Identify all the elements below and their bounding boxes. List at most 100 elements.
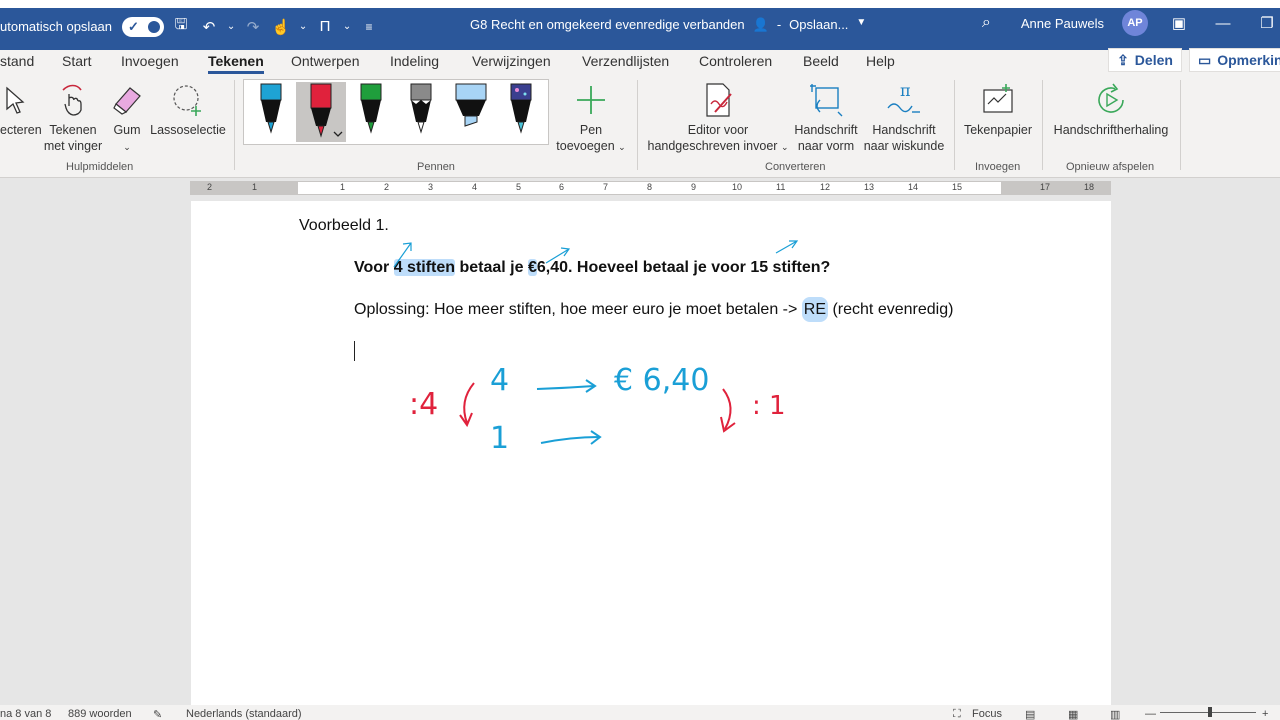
replay-icon bbox=[1098, 83, 1124, 113]
tab-verzendlijsten[interactable]: Verzendlijsten bbox=[582, 53, 669, 69]
chevron-down-icon: ⌄ bbox=[780, 142, 789, 152]
ink-layer bbox=[393, 240, 799, 445]
proofing-icon[interactable]: ✎ bbox=[153, 708, 162, 720]
horizontal-ruler[interactable]: 2 1 1 2 3 4 5 6 7 8 9 10 11 12 13 14 15 … bbox=[190, 181, 1111, 195]
tab-verwijzingen[interactable]: Verwijzingen bbox=[472, 53, 551, 69]
web-layout-icon[interactable]: ▥ bbox=[1110, 708, 1120, 720]
ink-arrow-bottom bbox=[540, 436, 600, 444]
zoom-in-icon[interactable]: + bbox=[1262, 708, 1268, 720]
drawing-canvas-icon bbox=[983, 84, 1013, 113]
drawing-canvas-button[interactable]: Tekenpapier bbox=[960, 82, 1036, 138]
document-title[interactable]: G8 Recht en omgekeerd evenredige verband… bbox=[470, 17, 866, 33]
ruler-tick: 1 bbox=[340, 182, 346, 192]
focus-icon[interactable]: ⛶ bbox=[953, 708, 961, 720]
tab-ontwerpen[interactable]: Ontwerpen bbox=[291, 53, 359, 69]
chevron-down-icon: ⌄ bbox=[618, 142, 626, 152]
redo-icon[interactable]: ↷ bbox=[242, 18, 264, 36]
ruler-tick: 9 bbox=[691, 182, 697, 192]
document-page[interactable]: Voorbeeld 1. Voor 4 stiften betaal je €6… bbox=[191, 201, 1111, 705]
customize-toolbar-icon[interactable]: ≡ bbox=[358, 20, 380, 34]
example-heading: Voorbeeld 1. bbox=[299, 217, 389, 234]
avatar[interactable]: AP bbox=[1122, 10, 1148, 36]
pen-green-icon[interactable] bbox=[346, 82, 396, 142]
ribbon-tekenen: ecteren Tekenen met vinger Gum ⌄ Lassosele… bbox=[0, 76, 1280, 178]
chevron-down-icon: ▼ bbox=[856, 17, 867, 28]
ink-curve-arrow-left bbox=[463, 382, 475, 424]
ruler-tick: 11 bbox=[776, 182, 786, 192]
lasso-select-button[interactable]: Lassoselectie bbox=[150, 82, 226, 138]
print-layout-icon[interactable]: ▦ bbox=[1068, 708, 1078, 720]
chevron-down-icon[interactable]: ⌄ bbox=[226, 21, 236, 32]
chevron-down-icon[interactable]: ⌄ bbox=[342, 21, 352, 32]
pen-red-icon[interactable] bbox=[296, 82, 346, 142]
ink-editor-icon bbox=[706, 83, 732, 117]
ruler-tick: 6 bbox=[559, 182, 565, 192]
pen-cyan-icon[interactable] bbox=[246, 82, 296, 142]
title-bar-top-strip bbox=[0, 0, 1280, 8]
ink-top-right-amount: € 6,40 bbox=[614, 363, 710, 398]
highlight-re: RE bbox=[801, 297, 829, 322]
ruler-tick: 13 bbox=[864, 182, 875, 192]
pencil-gray-icon[interactable] bbox=[396, 82, 446, 142]
ribbon-tabs: stand Start Invoegen Tekenen Ontwerpen I… bbox=[0, 50, 1280, 76]
autosave-toggle[interactable]: ✓ bbox=[122, 16, 165, 37]
read-mode-icon[interactable]: ▤ bbox=[1025, 708, 1035, 720]
ink-editor-button[interactable]: Editor voor handgeschreven invoer ⌄ bbox=[645, 82, 791, 155]
ribbon-display-icon[interactable]: ▣ bbox=[1166, 14, 1192, 32]
lasso-icon bbox=[173, 85, 201, 116]
status-word-count[interactable]: 889 woorden bbox=[68, 708, 132, 720]
ink-curve-arrow-right bbox=[722, 388, 732, 430]
question-line: Voor 4 stiften betaal je €6,40. Hoeveel … bbox=[354, 259, 831, 276]
ink-top-left-number: 4 bbox=[490, 363, 510, 398]
tab-controleren[interactable]: Controleren bbox=[699, 53, 772, 69]
pi-icon[interactable]: Π bbox=[314, 18, 336, 35]
pen-galaxy-icon[interactable] bbox=[496, 82, 546, 142]
finger-draw-icon bbox=[62, 84, 82, 116]
tab-start[interactable]: Start bbox=[62, 53, 92, 69]
tab-bestand[interactable]: stand bbox=[0, 53, 34, 69]
select-button[interactable]: ecteren bbox=[0, 82, 42, 138]
status-page[interactable]: na 8 van 8 bbox=[0, 708, 51, 720]
highlighter-blue-icon[interactable] bbox=[446, 82, 496, 142]
ink-to-math-button[interactable]: π Handschrift naar wiskunde bbox=[862, 82, 946, 154]
group-label-insert: Invoegen bbox=[975, 161, 1021, 173]
restore-icon[interactable]: ❐ bbox=[1254, 14, 1280, 32]
eraser-button[interactable]: Gum ⌄ bbox=[108, 82, 146, 155]
comment-icon: ▭ bbox=[1198, 51, 1212, 68]
tab-help[interactable]: Help bbox=[866, 53, 895, 69]
ink-to-shape-button[interactable]: Handschrift naar vorm bbox=[792, 82, 860, 154]
status-focus[interactable]: Focus bbox=[972, 708, 1002, 720]
status-language[interactable]: Nederlands (standaard) bbox=[186, 708, 302, 720]
pen-gallery bbox=[243, 79, 549, 145]
touch-mode-icon[interactable]: ☝ bbox=[270, 18, 292, 36]
ink-replay-button[interactable]: Handschriftherhaling bbox=[1050, 82, 1172, 138]
ruler-tick: 5 bbox=[516, 182, 522, 192]
ink-bottom-left-number: 1 bbox=[490, 421, 510, 456]
ruler-tick: 2 bbox=[207, 182, 213, 192]
minimize-icon[interactable]: — bbox=[1210, 15, 1236, 32]
svg-text:π: π bbox=[900, 82, 911, 100]
tab-indeling[interactable]: Indeling bbox=[390, 53, 439, 69]
chevron-down-icon[interactable]: ⌄ bbox=[298, 21, 308, 32]
add-pen-button[interactable]: Pen toevoegen ⌄ bbox=[553, 82, 629, 155]
ruler-tick: 8 bbox=[647, 182, 653, 192]
user-name[interactable]: Anne Pauwels bbox=[1021, 16, 1104, 31]
comments-button[interactable]: ▭Opmerking bbox=[1189, 48, 1280, 72]
draw-with-finger-button[interactable]: Tekenen met vinger bbox=[40, 82, 106, 154]
tab-tekenen[interactable]: Tekenen bbox=[208, 53, 264, 74]
title-bar-right: ⌕ Anne Pauwels AP ▣ — ❐ bbox=[982, 10, 1280, 36]
ruler-tick: 15 bbox=[952, 182, 963, 192]
save-icon[interactable]: 🖫 bbox=[170, 14, 192, 39]
ink-arrow-top bbox=[536, 385, 595, 390]
search-icon[interactable]: ⌕ bbox=[982, 14, 991, 32]
undo-icon[interactable]: ↶ bbox=[198, 18, 220, 36]
group-label-convert: Converteren bbox=[765, 161, 826, 173]
share-button[interactable]: ⇪ Delen bbox=[1108, 48, 1182, 72]
tab-beeld[interactable]: Beeld bbox=[803, 53, 839, 69]
tab-invoegen[interactable]: Invoegen bbox=[121, 53, 179, 69]
group-label-pens: Pennen bbox=[417, 161, 455, 173]
chevron-down-icon: ⌄ bbox=[123, 142, 131, 152]
zoom-out-icon[interactable]: — bbox=[1145, 708, 1156, 720]
zoom-slider-thumb[interactable] bbox=[1208, 707, 1212, 717]
quick-access-toolbar: utomatisch opslaan ✓ 🖫 ↶ ⌄ ↷ ☝ ⌄ Π ⌄ ≡ bbox=[0, 14, 380, 39]
